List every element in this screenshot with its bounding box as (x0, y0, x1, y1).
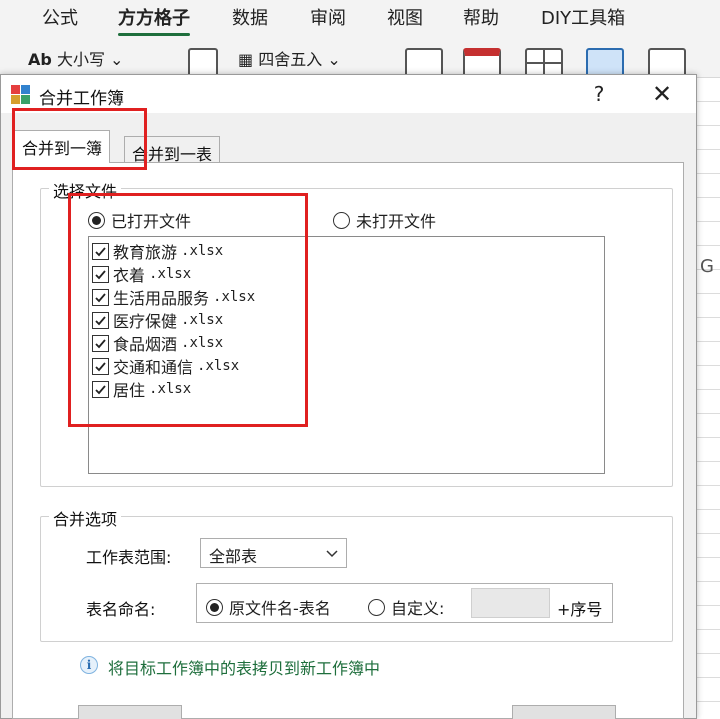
tab-merge-to-sheet[interactable]: 合并到一表 (124, 136, 221, 164)
case-button[interactable]: Ab 大小写 ⌄ (28, 46, 123, 70)
tab-merge-to-workbook[interactable]: 合并到一簿 (14, 130, 111, 163)
bottom-right-button[interactable] (512, 705, 616, 719)
file-ext: .xlsx (181, 312, 224, 328)
radio-naming-custom[interactable]: 自定义: (368, 595, 444, 619)
checkbox[interactable] (92, 288, 109, 306)
radio-circle (368, 598, 385, 616)
file-name: 衣着 (113, 266, 146, 285)
file-ext: .xlsx (197, 358, 240, 374)
custom-name-input[interactable] (471, 588, 550, 618)
checkbox[interactable] (92, 311, 109, 329)
ribbon-body: Ab 大小写 ⌄ ▦ 四舍五入 ⌄ (0, 38, 720, 78)
dialog-title: 合并工作簿 (39, 89, 124, 109)
radio-naming-original[interactable]: 原文件名-表名 (206, 595, 331, 619)
naming-label: 表名命名: (86, 600, 156, 619)
list-item[interactable]: 衣着 .xlsx (92, 262, 191, 286)
list-item[interactable]: 交通和通信 .xlsx (92, 354, 239, 378)
round-button[interactable]: ▦ 四舍五入 ⌄ (238, 46, 341, 70)
ribbon-tab-bar: 公式 方方格子 数据 审阅 视图 帮助 DIY工具箱 (0, 0, 720, 38)
info-text: 将目标工作簿中的表拷贝到新工作簿中 (108, 659, 381, 678)
ribbon-tab-diy[interactable]: DIY工具箱 (541, 4, 625, 30)
help-button[interactable]: ? (581, 80, 617, 108)
checkbox[interactable] (92, 265, 109, 283)
range-value: 全部表 (209, 547, 258, 566)
ribbon-tab-help[interactable]: 帮助 (463, 4, 499, 30)
file-ext: .xlsx (149, 266, 192, 282)
file-name: 交通和通信 (113, 358, 194, 377)
radio-circle (333, 211, 350, 229)
file-name: 生活用品服务 (113, 289, 210, 308)
checkbox[interactable] (92, 334, 109, 352)
radio-open-files[interactable]: 已打开文件 (88, 208, 191, 232)
range-select[interactable]: 全部表 (200, 538, 347, 568)
ribbon-tab-formulas[interactable]: 公式 (42, 4, 78, 30)
radio-circle (206, 598, 223, 616)
file-ext: .xlsx (213, 289, 256, 305)
chevron-down-icon: ⌄ (110, 50, 124, 69)
file-ext: .xlsx (181, 243, 224, 259)
file-ext: .xlsx (181, 335, 224, 351)
radio-circle (88, 211, 105, 229)
checkbox[interactable] (92, 242, 109, 260)
close-button[interactable]: ✕ (644, 80, 680, 108)
bottom-left-button[interactable] (78, 705, 182, 719)
app-icon (11, 85, 31, 105)
list-item[interactable]: 教育旅游 .xlsx (92, 239, 223, 263)
merge-options-group: 合并选项 (40, 506, 673, 642)
checkbox[interactable] (92, 380, 109, 398)
case-label: 大小写 (56, 50, 105, 69)
chevron-down-icon (326, 550, 338, 558)
round-grid-icon: ▦ (238, 50, 254, 69)
checkbox[interactable] (92, 357, 109, 375)
ribbon-tab-view[interactable]: 视图 (387, 4, 423, 30)
list-item[interactable]: 医疗保健 .xlsx (92, 308, 223, 332)
ribbon-tab-data[interactable]: 数据 (232, 4, 268, 30)
radio-open-label: 已打开文件 (111, 212, 192, 231)
ribbon-tab-review[interactable]: 审阅 (310, 4, 346, 30)
file-ext: .xlsx (149, 381, 192, 397)
round-label: 四舍五入 (258, 50, 323, 69)
radio-unopened-files[interactable]: 未打开文件 (333, 208, 436, 232)
file-name: 居住 (113, 381, 146, 400)
worksheet-grid (696, 78, 720, 719)
range-label: 工作表范围: (86, 548, 172, 567)
list-item[interactable]: 居住 .xlsx (92, 377, 191, 401)
ribbon-tab-fangfang[interactable]: 方方格子 (118, 4, 190, 36)
file-name: 食品烟酒 (113, 335, 178, 354)
naming-original-label: 原文件名-表名 (229, 599, 331, 618)
naming-custom-label: 自定义: (391, 599, 445, 618)
column-header: G (700, 256, 714, 277)
file-name: 医疗保健 (113, 312, 178, 331)
file-list[interactable]: 教育旅游 .xlsx 衣着 .xlsx 生活用品服务 .xlsx 医疗保健 .xlsx … (88, 236, 605, 474)
suffix-label: +序号 (557, 600, 603, 619)
file-name: 教育旅游 (113, 243, 178, 262)
info-icon: i (80, 656, 98, 674)
case-prefix: Ab (28, 50, 52, 69)
list-item[interactable]: 生活用品服务 .xlsx (92, 285, 255, 309)
chevron-down-icon: ⌄ (327, 50, 341, 69)
radio-unopened-label: 未打开文件 (356, 212, 437, 231)
select-files-title: 选择文件 (49, 178, 122, 202)
list-item[interactable]: 食品烟酒 .xlsx (92, 331, 223, 355)
merge-options-title: 合并选项 (49, 506, 122, 530)
dialog-titlebar: 合并工作簿 ? ✕ (1, 75, 696, 113)
